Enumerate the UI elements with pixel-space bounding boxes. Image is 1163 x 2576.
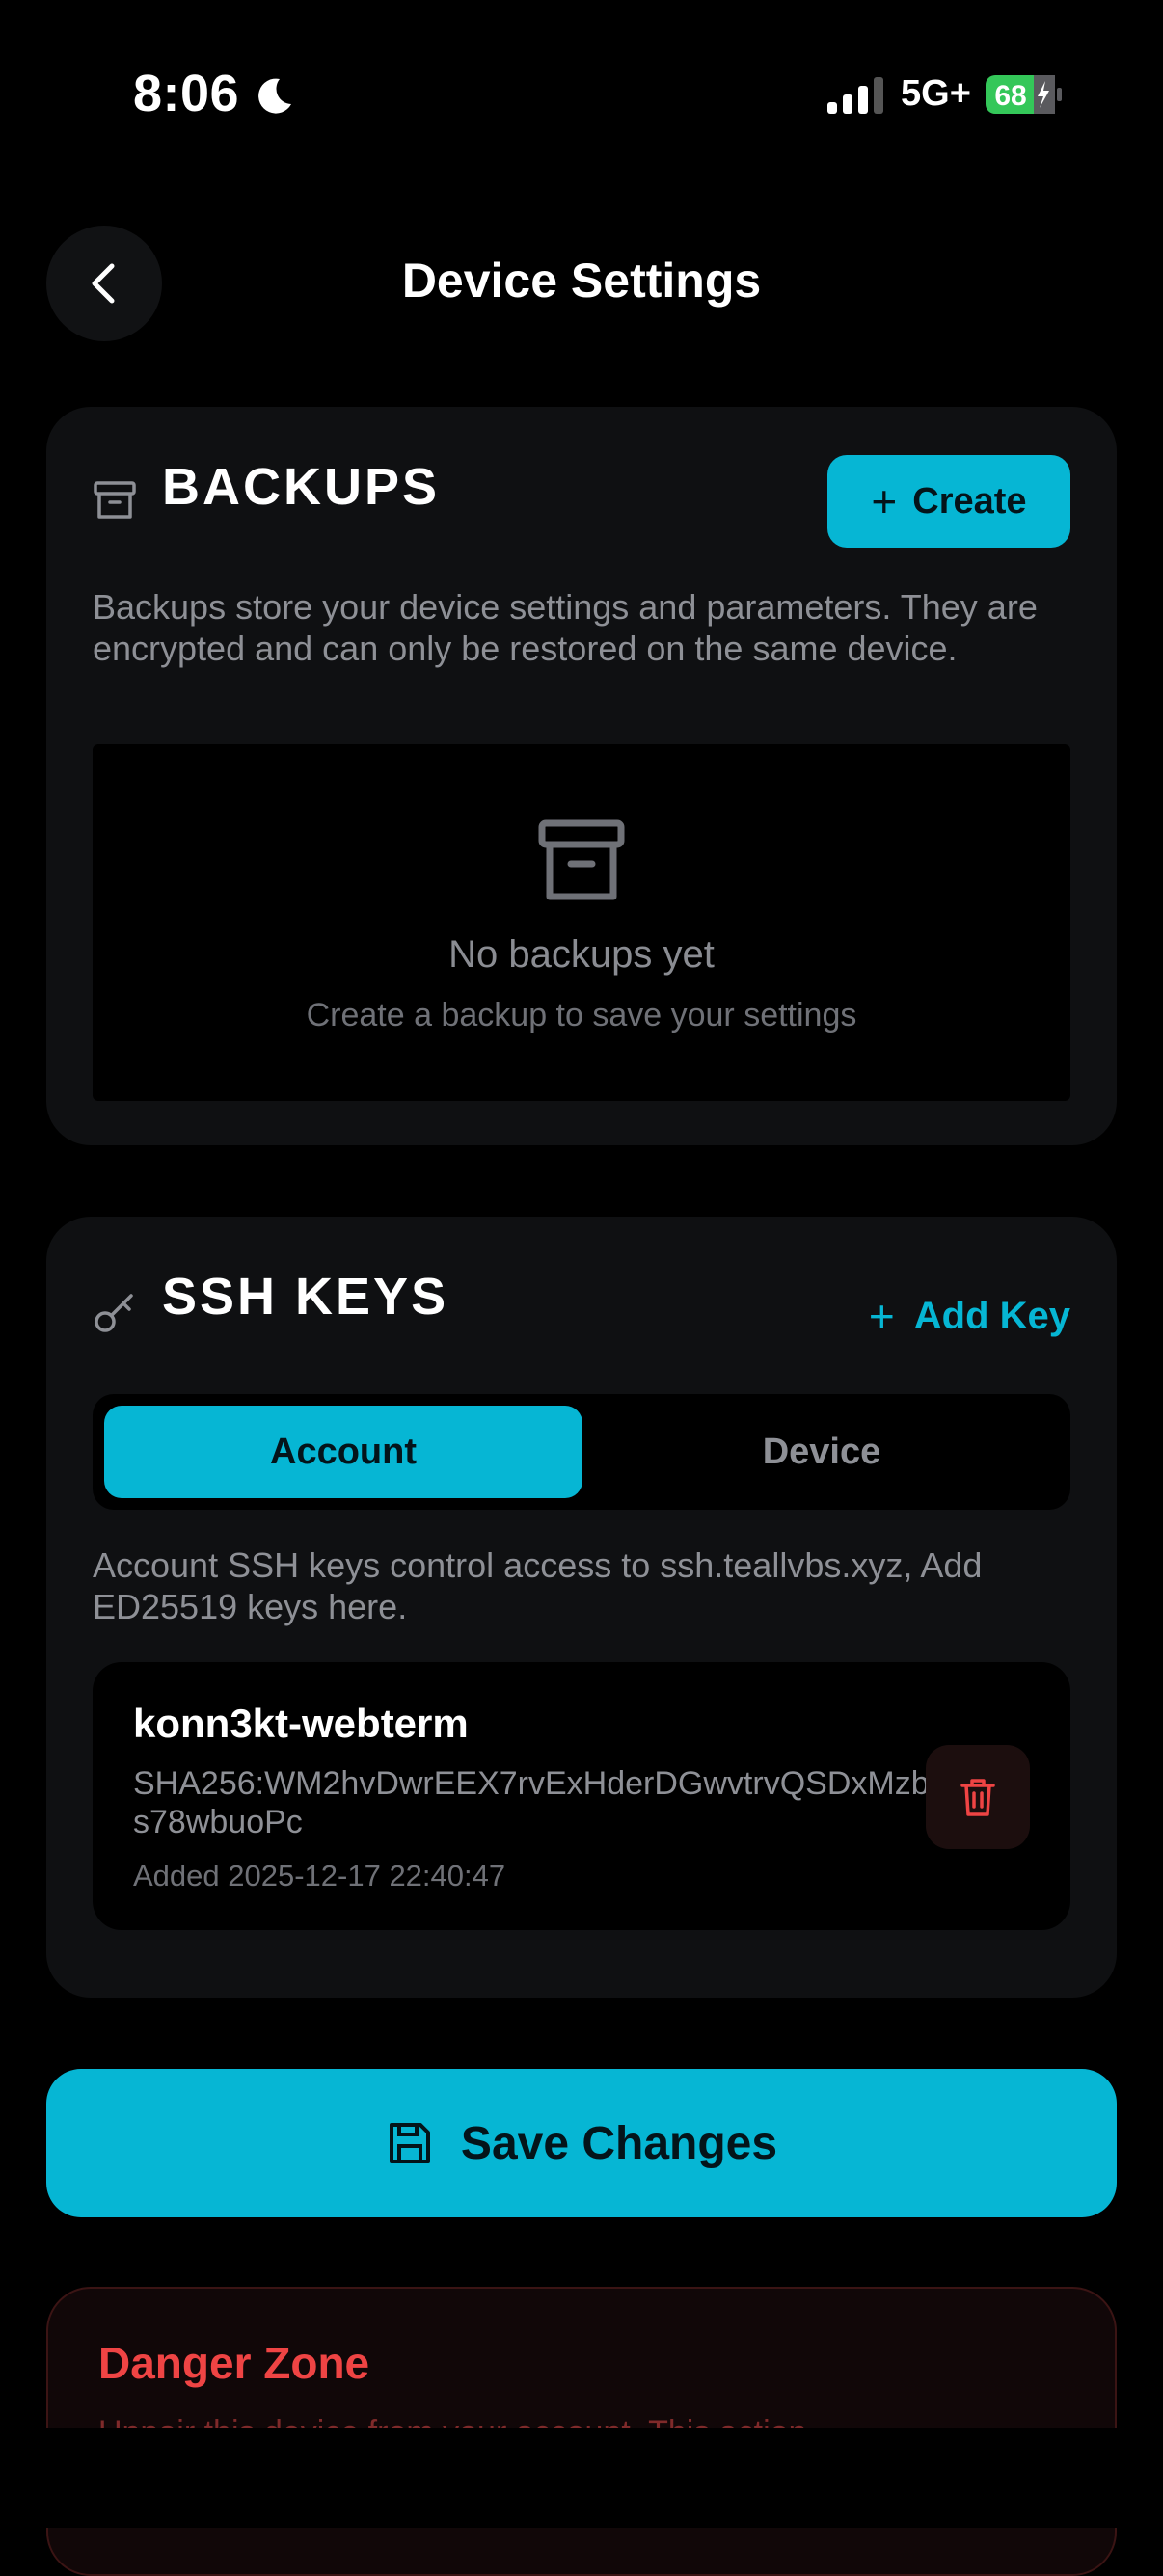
add-key-button[interactable]: + Add Key bbox=[869, 1294, 1070, 1338]
plus-icon: + bbox=[868, 1291, 895, 1341]
backups-title: BACKUPS bbox=[162, 458, 441, 516]
archive-icon bbox=[94, 481, 136, 519]
danger-zone-title: Danger Zone bbox=[98, 2338, 370, 2388]
signal-icon bbox=[827, 77, 883, 114]
bottom-bar bbox=[0, 2428, 1163, 2528]
moon-icon bbox=[258, 78, 291, 114]
backups-description: Backups store your device settings and p… bbox=[93, 587, 1038, 668]
create-backup-label: Create bbox=[912, 480, 1027, 522]
list-item: konn3kt-webterm SHA256:WM2hvDwrEEX7rvExH… bbox=[93, 1662, 1070, 1930]
key-fingerprint: SHA256:WM2hvDwrEEX7rvExHderDGwvtrvQSDxMz… bbox=[133, 1765, 930, 1840]
key-name: konn3kt-webterm bbox=[133, 1701, 469, 1746]
trash-icon bbox=[960, 1779, 995, 1816]
key-type-toggle: Account Device bbox=[93, 1394, 1070, 1510]
ssh-keys-card: SSH KEYS + Add Key Account Device Accoun… bbox=[46, 1217, 1117, 1998]
delete-key-button[interactable] bbox=[926, 1745, 1030, 1849]
page-title: Device Settings bbox=[401, 254, 762, 308]
save-changes-button[interactable]: Save Changes bbox=[46, 2069, 1117, 2217]
battery-level: 68 bbox=[994, 80, 1026, 112]
status-bar: 8:06 5G+ 68 bbox=[0, 0, 1163, 193]
save-changes-label: Save Changes bbox=[460, 2117, 778, 2169]
add-key-label: Add Key bbox=[913, 1294, 1070, 1337]
tab-account[interactable]: Account bbox=[104, 1406, 582, 1498]
backups-card: BACKUPS + Create Backups store your devi… bbox=[46, 407, 1117, 1145]
create-backup-button[interactable]: + Create bbox=[827, 455, 1070, 548]
empty-subtitle: Create a backup to save your settings bbox=[306, 997, 857, 1033]
archive-icon bbox=[538, 819, 625, 900]
tab-device[interactable]: Device bbox=[582, 1406, 1061, 1498]
key-icon bbox=[95, 1294, 133, 1332]
network-type: 5G+ bbox=[901, 73, 971, 114]
key-added-date: Added 2025-12-17 22:40:47 bbox=[133, 1859, 506, 1892]
status-time: 8:06 bbox=[133, 65, 240, 122]
empty-title: No backups yet bbox=[448, 933, 715, 976]
backups-empty-state: No backups yet Create a backup to save y… bbox=[93, 744, 1070, 1101]
plus-icon: + bbox=[871, 476, 898, 526]
ssh-keys-description: Account SSH keys control access to ssh.t… bbox=[93, 1545, 983, 1626]
ssh-keys-title: SSH KEYS bbox=[162, 1268, 449, 1326]
save-icon bbox=[389, 2123, 430, 2163]
battery-icon: 68 bbox=[986, 75, 1062, 114]
